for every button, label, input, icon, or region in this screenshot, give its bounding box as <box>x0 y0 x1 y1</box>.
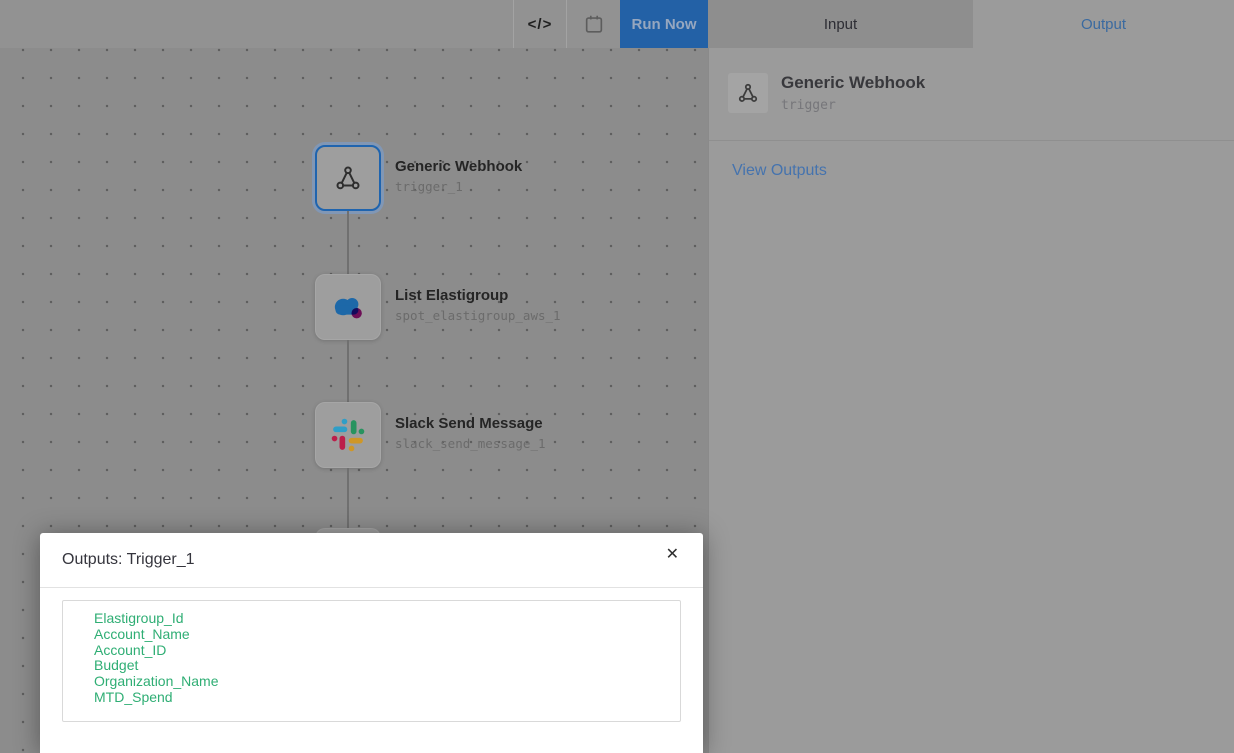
output-key: Elastigroup_Id <box>94 611 680 627</box>
spot-cloud-icon <box>327 289 369 325</box>
output-key: Account_Name <box>94 627 680 643</box>
connector-2-3 <box>347 340 349 402</box>
node-slack-send-message[interactable] <box>315 402 381 468</box>
webhook-icon <box>334 164 362 192</box>
node-label-slack-send-message: Slack Send Message slack_send_message_1 <box>395 415 655 451</box>
outputs-modal: Outputs: Trigger_1 ✕ Elastigroup_Id Acco… <box>40 533 703 753</box>
top-toolbar: </> Run Now Input Output <box>0 0 1234 48</box>
output-key: Organization_Name <box>94 674 680 690</box>
slack-icon <box>331 418 365 452</box>
tab-input-label: Input <box>824 16 857 33</box>
outputs-list-box: Elastigroup_Id Account_Name Account_ID B… <box>62 600 681 722</box>
connector-3-4 <box>347 468 349 528</box>
outputs-modal-body: Elastigroup_Id Account_Name Account_ID B… <box>40 588 703 722</box>
node-title: Slack Send Message <box>395 415 655 432</box>
inspector-node-tile <box>728 73 768 113</box>
webhook-icon <box>737 82 759 104</box>
close-icon[interactable]: ✕ <box>662 543 683 567</box>
outputs-modal-title: Outputs: Trigger_1 <box>62 551 195 569</box>
connector-1-2 <box>347 211 349 274</box>
node-list-elastigroup[interactable] <box>315 274 381 340</box>
schedule-button[interactable] <box>566 0 620 48</box>
node-id: trigger_1 <box>395 179 655 194</box>
output-inspector-panel: Generic Webhook trigger View Outputs <box>708 48 1234 753</box>
inspector-header: Generic Webhook trigger <box>709 48 1234 141</box>
node-id: slack_send_message_1 <box>395 436 655 451</box>
run-now-button[interactable]: Run Now <box>620 0 708 48</box>
node-title: List Elastigroup <box>395 287 655 304</box>
inspector-subtitle: trigger <box>781 98 836 113</box>
tab-output[interactable]: Output <box>973 0 1234 48</box>
outputs-modal-header: Outputs: Trigger_1 ✕ <box>40 533 703 588</box>
output-key: Budget <box>94 658 680 674</box>
workflow-editor-app: </> Run Now Input Output <box>0 0 1234 753</box>
view-outputs-link[interactable]: View Outputs <box>732 162 827 180</box>
toolbar-left-section: </> Run Now <box>0 0 708 48</box>
node-label-generic-webhook: Generic Webhook trigger_1 <box>395 158 655 194</box>
tab-input[interactable]: Input <box>708 0 973 48</box>
code-icon: </> <box>528 16 553 33</box>
node-label-list-elastigroup: List Elastigroup spot_elastigroup_aws_1 <box>395 287 655 323</box>
calendar-icon <box>583 13 605 35</box>
node-id: spot_elastigroup_aws_1 <box>395 308 655 323</box>
output-key: MTD_Spend <box>94 690 680 706</box>
run-now-label: Run Now <box>632 16 697 33</box>
output-key: Account_ID <box>94 643 680 659</box>
tab-output-label: Output <box>1081 16 1126 33</box>
node-title: Generic Webhook <box>395 158 655 175</box>
node-generic-webhook[interactable] <box>315 145 381 211</box>
inspector-title: Generic Webhook <box>781 73 925 93</box>
code-view-button[interactable]: </> <box>513 0 566 48</box>
